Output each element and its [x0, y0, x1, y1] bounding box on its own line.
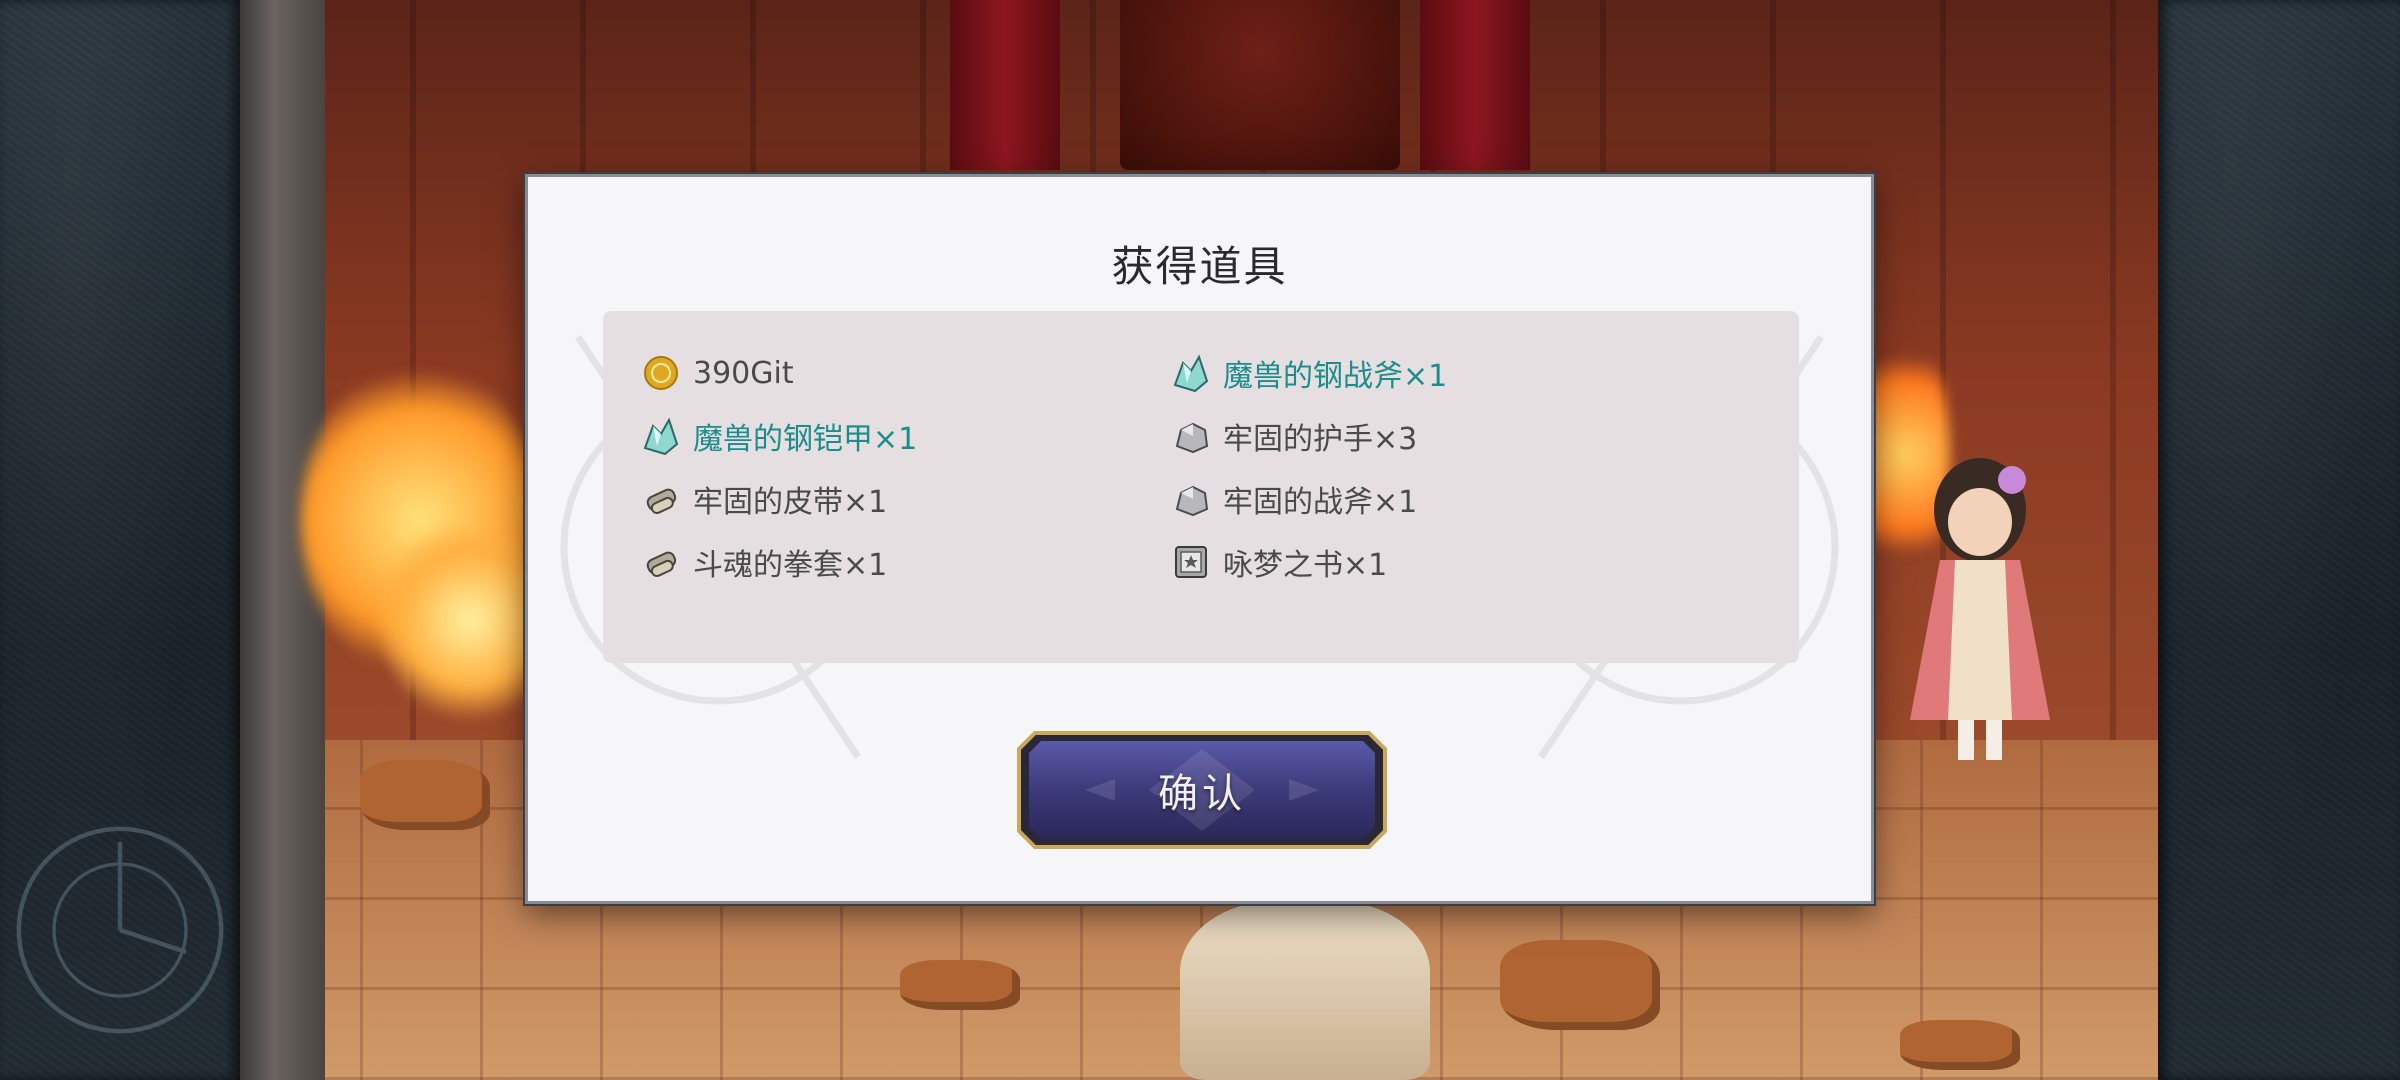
right-frame-panel: [2158, 0, 2400, 1080]
confirm-button[interactable]: 确认: [1015, 729, 1389, 851]
crystal-ore-icon: [1169, 351, 1213, 395]
reward-item: 咏梦之书×1: [1169, 538, 1387, 586]
dialog-title: 获得道具: [1111, 242, 1288, 291]
gold-coin-icon: [639, 351, 683, 395]
ornate-vase: [1180, 900, 1430, 1080]
reward-item-label: 牢固的皮带×1: [693, 485, 888, 520]
reward-item-list: 390Git 魔兽的钢战斧×1 魔兽的钢铠甲×1 牢固的护手×3 牢固的皮带×1…: [603, 311, 1799, 663]
character-sprite: [1910, 458, 2050, 760]
left-frame-panel: [0, 0, 240, 1080]
reward-item: 斗魂的拳套×1: [639, 538, 887, 586]
crystal-ore-icon: [639, 414, 683, 458]
reward-item: 牢固的战斧×1: [1169, 475, 1417, 523]
red-curtain: [950, 0, 1060, 170]
reward-item: 魔兽的钢战斧×1: [1169, 349, 1447, 397]
reward-item: 390Git: [639, 349, 794, 397]
reward-item-label: 390Git: [693, 355, 794, 391]
reward-item: 牢固的护手×3: [1169, 412, 1417, 460]
reward-item-label: 魔兽的钢铠甲×1: [693, 422, 918, 457]
rubble-rock: [900, 960, 1020, 1010]
reward-item-label: 牢固的护手×3: [1223, 422, 1418, 457]
clock-ornament-icon: [16, 826, 224, 1034]
gothic-window: [1120, 0, 1400, 170]
iron-ore-icon: [1169, 414, 1213, 458]
book-icon: [1169, 540, 1213, 584]
item-reward-dialog: 获得道具 390Git 魔兽的钢战斧×1 魔兽的钢铠甲×1 牢固的护手×3 牢固…: [525, 174, 1874, 904]
rubble-rock: [1900, 1020, 2020, 1070]
reward-item-label: 咏梦之书×1: [1223, 548, 1388, 583]
reward-item-label: 魔兽的钢战斧×1: [1223, 359, 1448, 394]
confirm-button-label: 确认: [1158, 771, 1246, 817]
reward-item: 牢固的皮带×1: [639, 475, 887, 523]
reward-item-label: 牢固的战斧×1: [1223, 485, 1418, 520]
rubble-rock: [360, 760, 490, 830]
reward-item: 魔兽的钢铠甲×1: [639, 412, 917, 460]
rubble-rock: [1500, 940, 1660, 1030]
scroll-material-icon: [639, 477, 683, 521]
scroll-material-icon: [639, 540, 683, 584]
iron-ore-icon: [1169, 477, 1213, 521]
red-curtain: [1420, 0, 1530, 170]
reward-item-label: 斗魂的拳套×1: [693, 548, 888, 583]
